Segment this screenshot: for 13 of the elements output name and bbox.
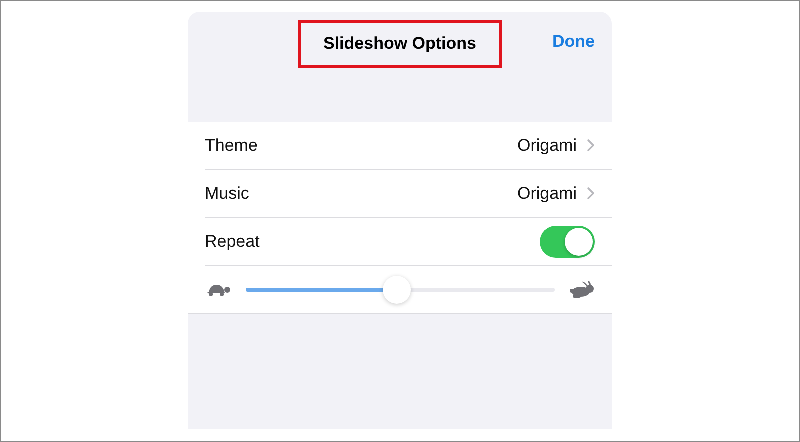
row-label: Music: [205, 184, 250, 204]
row-label: Theme: [205, 136, 258, 156]
done-button[interactable]: Done: [552, 32, 595, 52]
row-value: Origami: [517, 184, 577, 204]
sheet-title: Slideshow Options: [298, 20, 502, 68]
settings-row[interactable]: Music Origami: [205, 170, 612, 218]
chevron-icon: [587, 187, 595, 200]
row-value: Origami: [517, 136, 577, 156]
rabbit-icon: [569, 280, 597, 298]
toggle-switch[interactable]: [540, 226, 595, 258]
chevron-icon: [587, 139, 595, 152]
row-label: Repeat: [205, 232, 260, 252]
settings-row[interactable]: Theme Origami: [205, 122, 612, 170]
